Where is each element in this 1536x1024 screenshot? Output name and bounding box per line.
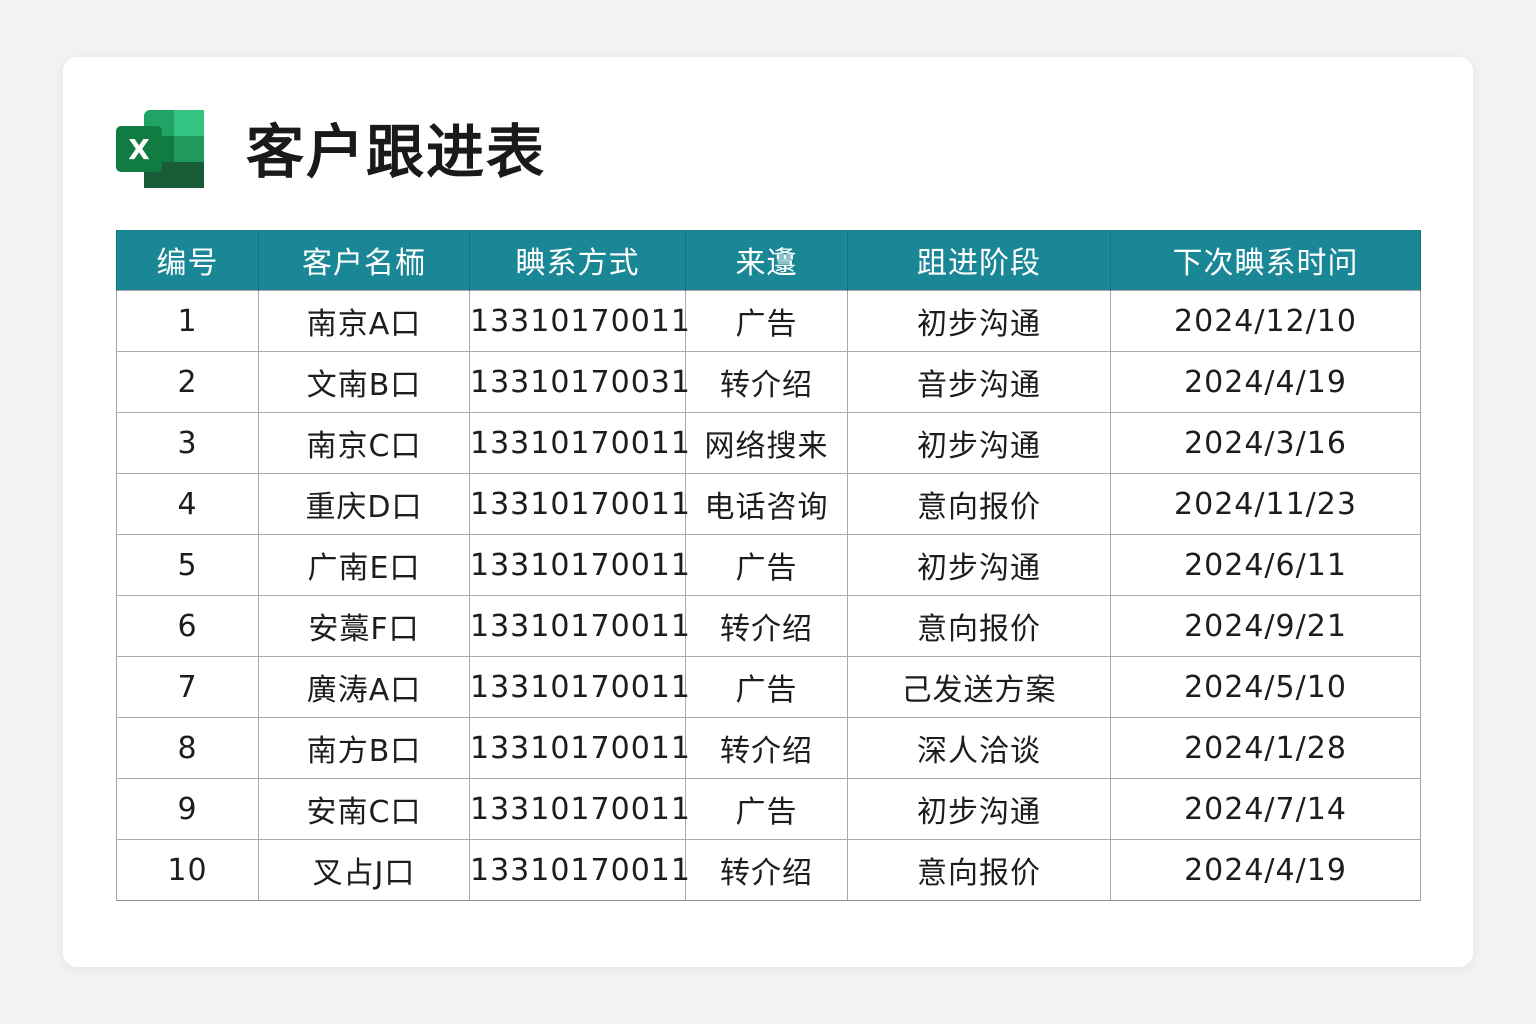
cell-source[interactable]: 转介绍 [685, 351, 848, 413]
cell-id[interactable]: 3 [116, 412, 259, 474]
cell-id[interactable]: 8 [116, 717, 259, 779]
table-row: 4 重庆D口 13310170011 电话咨询 意向报价 2024/11/23 [116, 473, 1421, 535]
cell-stage[interactable]: 初步沟通 [847, 534, 1111, 596]
cell-next-contact[interactable]: 2024/5/10 [1110, 656, 1421, 718]
cell-id[interactable]: 2 [116, 351, 259, 413]
table-row: 1 南京A口 13310170011 广告 初步沟通 2024/12/10 [116, 290, 1421, 352]
cell-stage[interactable]: 意向报价 [847, 595, 1111, 657]
cell-next-contact[interactable]: 2024/3/16 [1110, 412, 1421, 474]
cell-next-contact[interactable]: 2024/1/28 [1110, 717, 1421, 779]
cell-stage[interactable]: 深人洽谈 [847, 717, 1111, 779]
column-header-stage[interactable]: 跙进阶段 [847, 230, 1111, 291]
cell-next-contact[interactable]: 2024/11/23 [1110, 473, 1421, 535]
cell-id[interactable]: 7 [116, 656, 259, 718]
cell-customer-name[interactable]: 南京C口 [258, 412, 470, 474]
cell-stage[interactable]: 音步沟通 [847, 351, 1111, 413]
cell-id[interactable]: 5 [116, 534, 259, 596]
table-row: 6 安藁F口 13310170011 转介绍 意向报价 2024/9/21 [116, 595, 1421, 657]
cell-source[interactable]: 电话咨询 [685, 473, 848, 535]
cell-stage[interactable]: 己发送方案 [847, 656, 1111, 718]
cell-contact[interactable]: 13310170011 [469, 595, 690, 657]
column-header-customer-name[interactable]: 客户名栭 [258, 230, 470, 291]
cell-stage[interactable]: 意向报价 [847, 839, 1111, 901]
header-row: 编号 客户名栭 睓系方式 来邍 跙进阶段 下次睓系时问 [116, 230, 1421, 291]
cell-next-contact[interactable]: 2024/7/14 [1110, 778, 1421, 840]
cell-stage[interactable]: 初步沟通 [847, 778, 1111, 840]
table-row: 5 广南E口 13310170011 广告 初步沟通 2024/6/11 [116, 534, 1421, 596]
cell-next-contact[interactable]: 2024/4/19 [1110, 351, 1421, 413]
cell-source[interactable]: 广告 [685, 534, 848, 596]
cell-source[interactable]: 广告 [685, 778, 848, 840]
column-header-next-contact[interactable]: 下次睓系时问 [1110, 230, 1421, 291]
table-row: 2 文南B口 13310170031 转介绍 音步沟通 2024/4/19 [116, 351, 1421, 413]
data-table: 编号 客户名栭 睓系方式 来邍 跙进阶段 下次睓系时问 1 南京A口 1331017… [116, 230, 1421, 901]
cell-next-contact[interactable]: 2024/6/11 [1110, 534, 1421, 596]
table-row: 3 南京C口 13310170011 网络搜来 初步沟通 2024/3/16 [116, 412, 1421, 474]
cell-contact[interactable]: 13310170011 [469, 412, 690, 474]
table-row: 7 廣涛A口 13310170011 广告 己发送方案 2024/5/10 [116, 656, 1421, 718]
page-title: 客户跟进表 [246, 118, 547, 186]
cell-contact[interactable]: 13310170011 [469, 839, 690, 901]
table-row: 10 叉占J口 13310170011 转介绍 意向报价 2024/4/19 [116, 839, 1421, 901]
cell-source[interactable]: 广告 [685, 656, 848, 718]
cell-id[interactable]: 9 [116, 778, 259, 840]
cell-contact[interactable]: 13310170011 [469, 778, 690, 840]
cell-customer-name[interactable]: 南京A口 [258, 290, 470, 352]
table-row: 8 南方B口 13310170011 转介绍 深人洽谈 2024/1/28 [116, 717, 1421, 779]
cell-next-contact[interactable]: 2024/4/19 [1110, 839, 1421, 901]
cell-stage[interactable]: 意向报价 [847, 473, 1111, 535]
cell-customer-name[interactable]: 广南E口 [258, 534, 470, 596]
column-header-source[interactable]: 来邍 [685, 230, 848, 291]
cell-stage[interactable]: 初步沟通 [847, 412, 1111, 474]
cell-source[interactable]: 广告 [685, 290, 848, 352]
cell-source[interactable]: 转介绍 [685, 717, 848, 779]
cell-customer-name[interactable]: 安藁F口 [258, 595, 470, 657]
cell-id[interactable]: 4 [116, 473, 259, 535]
cell-contact[interactable]: 13310170011 [469, 717, 690, 779]
column-header-id[interactable]: 编号 [116, 230, 259, 291]
cell-customer-name[interactable]: 安南C口 [258, 778, 470, 840]
excel-icon: X [116, 110, 204, 188]
cell-next-contact[interactable]: 2024/12/10 [1110, 290, 1421, 352]
cell-contact[interactable]: 13310170011 [469, 534, 690, 596]
column-header-contact[interactable]: 睓系方式 [469, 230, 686, 291]
cell-contact[interactable]: 13310170011 [469, 473, 690, 535]
cell-id[interactable]: 1 [116, 290, 259, 352]
cell-stage[interactable]: 初步沟通 [847, 290, 1111, 352]
cell-source[interactable]: 网络搜来 [685, 412, 848, 474]
cell-contact[interactable]: 13310170011 [469, 656, 690, 718]
cell-customer-name[interactable]: 重庆D口 [258, 473, 470, 535]
cell-source[interactable]: 转介绍 [685, 595, 848, 657]
cell-customer-name[interactable]: 叉占J口 [258, 839, 470, 901]
cell-contact[interactable]: 13310170031 [469, 351, 690, 413]
cell-contact[interactable]: 13310170011 [469, 290, 690, 352]
cell-id[interactable]: 10 [116, 839, 259, 901]
excel-icon-letter: X [128, 133, 150, 166]
table-row: 9 安南C口 13310170011 广告 初步沟通 2024/7/14 [116, 778, 1421, 840]
cell-id[interactable]: 6 [116, 595, 259, 657]
cell-customer-name[interactable]: 廣涛A口 [258, 656, 470, 718]
cell-next-contact[interactable]: 2024/9/21 [1110, 595, 1421, 657]
cell-source[interactable]: 转介绍 [685, 839, 848, 901]
cell-customer-name[interactable]: 南方B口 [258, 717, 470, 779]
cell-customer-name[interactable]: 文南B口 [258, 351, 470, 413]
